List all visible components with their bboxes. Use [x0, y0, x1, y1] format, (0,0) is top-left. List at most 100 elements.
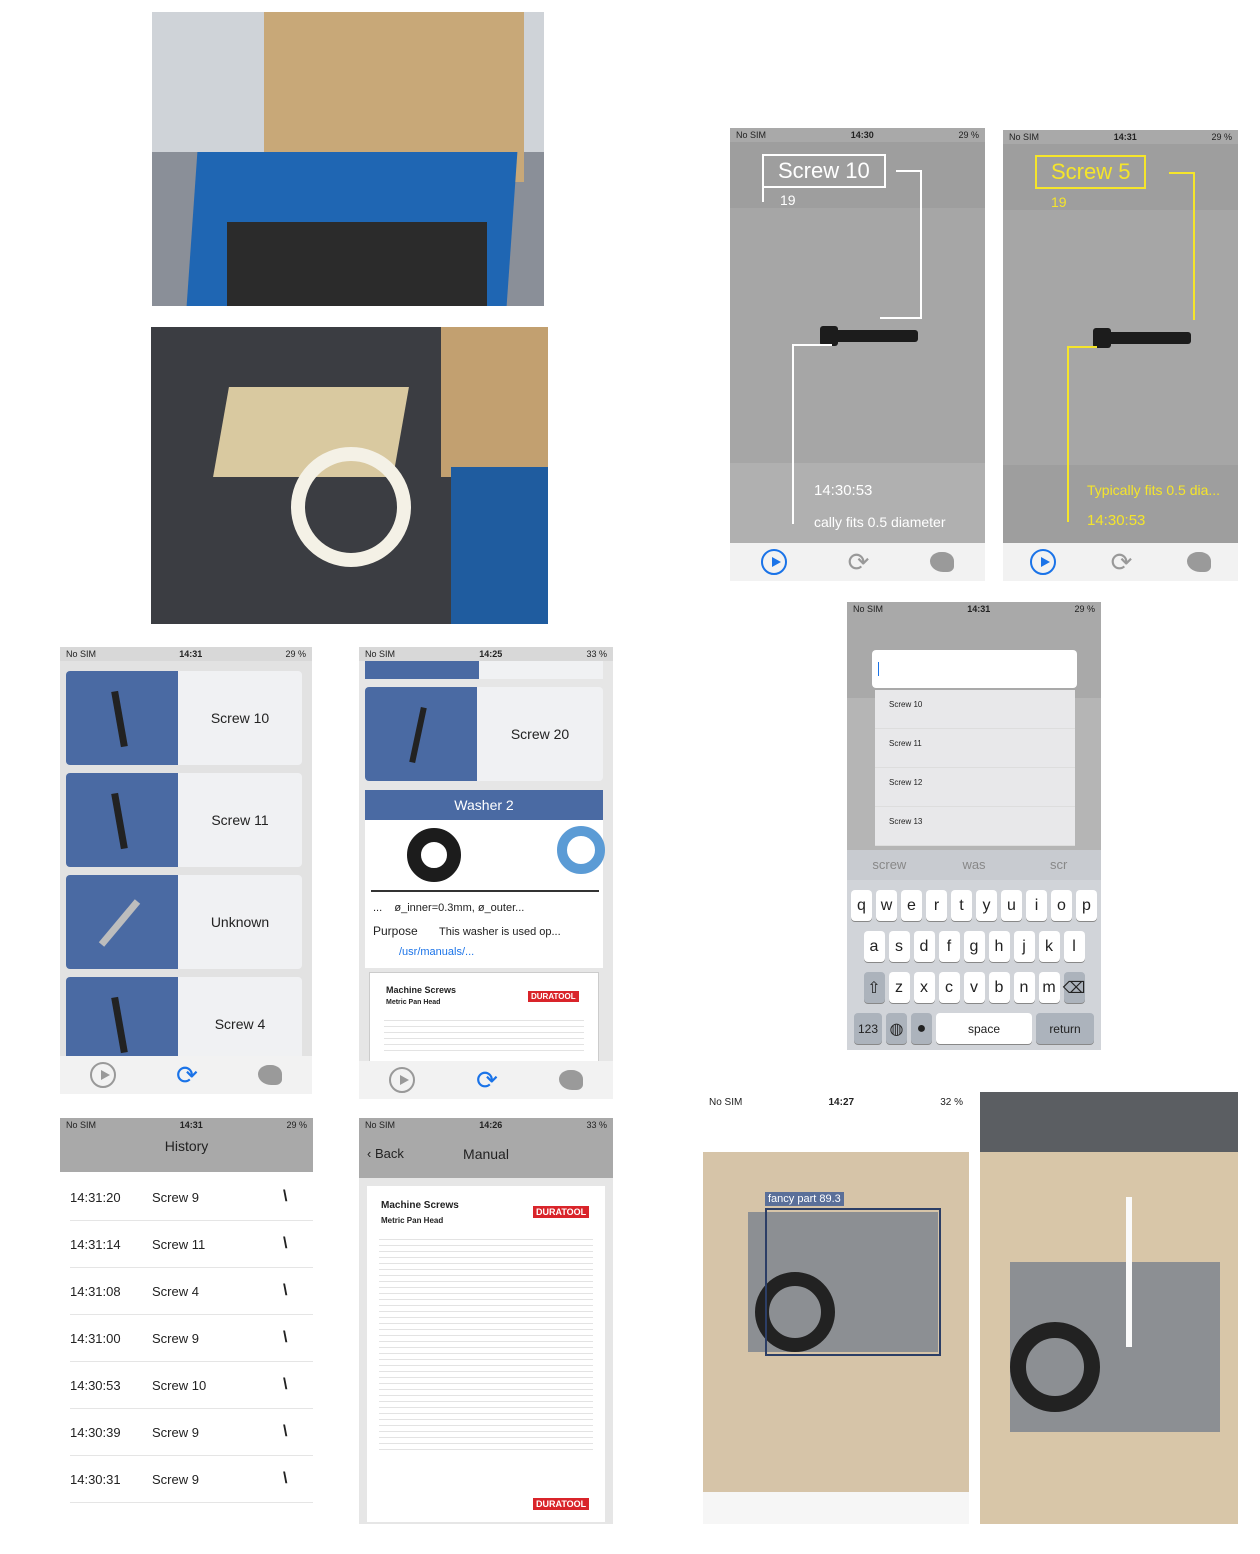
prediction-3[interactable]: scr	[1016, 850, 1101, 880]
play-icon[interactable]	[1030, 549, 1057, 575]
head-scan-icon[interactable]	[1186, 552, 1211, 572]
scanning-rig-photo	[151, 327, 548, 624]
manual-link[interactable]: /usr/manuals/...	[399, 946, 474, 958]
key-g[interactable]: g	[963, 931, 985, 962]
history-row[interactable]: 14:31:00 Screw 9 \	[70, 1315, 313, 1362]
history-part: Screw 11	[152, 1236, 206, 1252]
backspace-key[interactable]: ⌫	[1063, 972, 1085, 1003]
history-time: 14:31:08	[70, 1283, 121, 1299]
detection-screen: No SIM 14:27 32 % fancy part 89.3	[703, 1092, 969, 1524]
ar-count: 19	[1051, 194, 1067, 210]
key-x[interactable]: x	[913, 972, 935, 1003]
history-row[interactable]: 14:30:31 Screw 9 \	[70, 1456, 313, 1503]
key-s[interactable]: s	[888, 931, 910, 962]
numbers-key[interactable]: 123	[854, 1013, 882, 1044]
play-icon[interactable]	[760, 549, 787, 575]
key-z[interactable]: z	[888, 972, 910, 1003]
doc-subtitle: Metric Pan Head	[381, 1216, 444, 1225]
key-t[interactable]: t	[951, 890, 972, 921]
key-k[interactable]: k	[1038, 931, 1060, 962]
play-icon[interactable]	[389, 1067, 416, 1093]
history-row[interactable]: 14:30:53 Screw 10 \	[70, 1362, 313, 1409]
globe-icon[interactable]: ◍	[886, 1013, 907, 1044]
history-row[interactable]: 14:30:39 Screw 9 \	[70, 1409, 313, 1456]
history-row[interactable]: 14:31:14 Screw 11 \	[70, 1221, 313, 1268]
ar-screen-screw5: No SIM 14:31 29 % Screw 5 19 Typically fit…	[1003, 130, 1238, 581]
ar-label[interactable]: Screw 10	[762, 154, 886, 188]
key-b[interactable]: b	[988, 972, 1010, 1003]
play-icon[interactable]	[90, 1062, 117, 1088]
key-q[interactable]: q	[851, 890, 872, 921]
tape-deck-photo	[980, 1092, 1238, 1524]
shift-key[interactable]: ⇧	[863, 972, 885, 1003]
washer-title: Washer 2	[365, 790, 603, 820]
history-part: Screw 9	[152, 1471, 199, 1487]
key-w[interactable]: w	[876, 890, 897, 921]
return-key[interactable]: return	[1036, 1013, 1094, 1044]
list-item[interactable]: Screw 10	[66, 671, 302, 765]
key-y[interactable]: y	[976, 890, 997, 921]
parts-list-screen: No SIM 14:31 29 % Screw 10 Screw 11 Unknown S…	[60, 647, 312, 1094]
microphone-icon[interactable]: ●	[911, 1013, 932, 1044]
manual-preview[interactable]: Machine Screws Metric Pan Head DURATOOL	[369, 972, 599, 1062]
history-part: Screw 4	[152, 1283, 199, 1299]
key-l[interactable]: l	[1063, 931, 1085, 962]
key-e[interactable]: e	[901, 890, 922, 921]
history-row[interactable]: 14:31:20 Screw 9 \	[70, 1174, 313, 1221]
head-scan-icon[interactable]	[257, 1065, 282, 1085]
purpose-label: Purpose	[373, 924, 418, 938]
key-r[interactable]: r	[926, 890, 947, 921]
key-m[interactable]: m	[1038, 972, 1060, 1003]
key-p[interactable]: p	[1076, 890, 1097, 921]
head-scan-icon[interactable]	[930, 552, 955, 572]
part-thumbnail	[66, 773, 178, 867]
suggestion-item[interactable]: Screw 13	[875, 807, 1075, 846]
history-time: 14:31:20	[70, 1189, 121, 1205]
prediction-2[interactable]: was	[932, 850, 1017, 880]
history-time: 14:30:31	[70, 1471, 121, 1487]
suggestion-item[interactable]: Screw 10	[875, 690, 1075, 729]
ar-label[interactable]: Screw 5	[1035, 155, 1147, 189]
workshop-bin-photo	[152, 12, 544, 306]
key-c[interactable]: c	[938, 972, 960, 1003]
list-item[interactable]: Screw 11	[66, 773, 302, 867]
doc-title: Machine Screws	[386, 985, 457, 995]
key-a[interactable]: a	[863, 931, 885, 962]
head-scan-icon[interactable]	[558, 1070, 583, 1090]
history-list: 14:31:20 Screw 9 \ 14:31:14 Screw 11 \ 14:31:0…	[60, 1174, 313, 1503]
suggestion-item[interactable]: Screw 11	[875, 729, 1075, 768]
history-part: Screw 9	[152, 1330, 199, 1346]
list-item-label: Screw 11	[178, 773, 302, 867]
list-item[interactable]: Unknown	[66, 875, 302, 969]
screw-icon: \	[283, 1423, 288, 1440]
suggestion-item[interactable]: Screw 12	[875, 768, 1075, 807]
screw-icon: \	[283, 1376, 288, 1393]
sync-icon[interactable]: ⟳	[176, 1062, 198, 1088]
key-n[interactable]: n	[1013, 972, 1035, 1003]
key-f[interactable]: f	[938, 931, 960, 962]
history-screen: No SIM 14:31 29 % History 14:31:20 Screw 9 \…	[60, 1118, 313, 1526]
manual-document[interactable]: Machine Screws Metric Pan Head DURATOOL …	[367, 1186, 605, 1522]
search-input[interactable]	[872, 650, 1077, 688]
detection-box[interactable]	[765, 1208, 941, 1356]
key-o[interactable]: o	[1051, 890, 1072, 921]
brand-logo-footer: DURATOOL	[533, 1498, 590, 1510]
purpose-value: This washer is used op...	[439, 926, 561, 938]
key-d[interactable]: d	[913, 931, 935, 962]
key-j[interactable]: j	[1013, 931, 1035, 962]
brand-logo: DURATOOL	[533, 1206, 590, 1218]
washer-card: Washer 2 ... ø_inner=0.3mm, ø_outer... P…	[365, 790, 605, 968]
part-thumbnail	[66, 875, 178, 969]
key-u[interactable]: u	[1001, 890, 1022, 921]
key-i[interactable]: i	[1026, 890, 1047, 921]
sync-icon[interactable]: ⟳	[476, 1067, 498, 1093]
screw-icon: \	[283, 1188, 288, 1205]
prediction-1[interactable]: screw	[847, 850, 932, 880]
sync-icon[interactable]: ⟳	[848, 549, 870, 575]
sync-icon[interactable]: ⟳	[1111, 549, 1133, 575]
space-key[interactable]: space	[936, 1013, 1032, 1044]
history-row[interactable]: 14:31:08 Screw 4 \	[70, 1268, 313, 1315]
key-h[interactable]: h	[988, 931, 1010, 962]
key-v[interactable]: v	[963, 972, 985, 1003]
part-name[interactable]: Screw 20	[477, 687, 603, 781]
